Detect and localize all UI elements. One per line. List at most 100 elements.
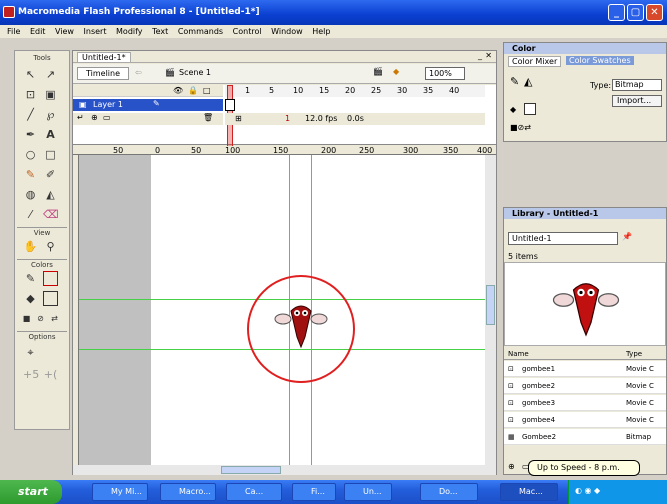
edit-symbol-icon[interactable]: ◆ — [393, 67, 399, 76]
center-frame-icon[interactable]: ⊞ — [235, 114, 242, 123]
menu-help[interactable]: Help — [312, 27, 330, 36]
start-button[interactable]: start — [0, 480, 62, 504]
pin-icon[interactable]: 📌 — [622, 232, 632, 241]
stroke-color-swatch[interactable] — [43, 271, 58, 286]
column-header-name[interactable]: Name — [508, 348, 529, 360]
color-swatches-tab[interactable]: Color Swatches — [566, 56, 634, 65]
ink-bottle-tool-icon[interactable]: ◍ — [23, 187, 38, 202]
swap-colors-icon[interactable]: ⇄ — [47, 311, 62, 326]
line-tool-icon[interactable]: ╱ — [23, 107, 38, 122]
taskbar-item[interactable]: Un... — [344, 483, 392, 501]
menu-edit[interactable]: Edit — [30, 27, 46, 36]
library-document-select[interactable]: Untitled-1 — [508, 232, 618, 245]
subselection-tool-icon[interactable]: ↗ — [43, 67, 58, 82]
doc-minimize-icon[interactable]: _ — [478, 51, 482, 60]
fill-transform-tool-icon[interactable]: ▣ — [43, 87, 58, 102]
text-tool-icon[interactable]: A — [43, 127, 58, 142]
library-item[interactable]: ⊡ gombee2 Movie C — [504, 378, 666, 394]
horizontal-scroll-thumb[interactable] — [221, 466, 281, 474]
fill-color-swatch[interactable] — [524, 103, 536, 115]
menu-control[interactable]: Control — [233, 27, 262, 36]
outline-icon[interactable]: □ — [203, 86, 211, 95]
menu-commands[interactable]: Commands — [178, 27, 223, 36]
doc-close-icon[interactable]: ✕ — [485, 51, 492, 60]
smooth-icon[interactable]: +5 — [23, 367, 39, 382]
add-guide-icon[interactable]: ⊕ — [91, 113, 98, 122]
menu-insert[interactable]: Insert — [84, 27, 107, 36]
horizontal-scrollbar[interactable] — [73, 465, 496, 475]
stroke-color-icon[interactable]: ✎ — [23, 271, 38, 286]
document-tab[interactable]: Untitled-1* — [77, 52, 131, 63]
library-panel-title[interactable]: Library - Untitled-1 — [504, 208, 666, 219]
zoom-select[interactable]: 100% — [425, 67, 465, 80]
fill-bucket-icon[interactable]: ◭ — [524, 75, 532, 88]
color-mixer-tab[interactable]: Color Mixer — [508, 56, 562, 67]
type-select[interactable]: Bitmap — [612, 79, 662, 91]
menu-modify[interactable]: Modify — [116, 27, 143, 36]
zoom-tool-icon[interactable]: ⚲ — [43, 239, 58, 254]
keyframe[interactable] — [225, 99, 235, 111]
taskbar-item[interactable]: Ca... — [226, 483, 282, 501]
menu-view[interactable]: View — [55, 27, 74, 36]
menu-text[interactable]: Text — [152, 27, 168, 36]
taskbar-item[interactable]: My Mi... — [92, 483, 148, 501]
fill-color-icon[interactable]: ◆ — [510, 105, 516, 114]
taskbar-item[interactable]: Fi... — [292, 483, 336, 501]
menu-window[interactable]: Window — [271, 27, 303, 36]
no-color-icon[interactable]: ⊘ — [33, 311, 48, 326]
eye-icon[interactable]: 👁 — [173, 86, 183, 95]
color-panel-title[interactable]: Color — [504, 43, 666, 54]
close-button[interactable]: ✕ — [646, 4, 663, 21]
new-symbol-icon[interactable]: ⊕ — [508, 462, 515, 471]
brush-tool-icon[interactable]: ✐ — [43, 167, 58, 182]
library-item[interactable]: ⊡ gombee4 Movie C — [504, 412, 666, 428]
black-white-icon[interactable]: ■ — [19, 311, 34, 326]
frame-number: 10 — [293, 86, 304, 95]
taskbar-item[interactable]: Macro... — [160, 483, 216, 501]
vertical-scroll-thumb[interactable] — [486, 285, 495, 325]
paint-bucket-tool-icon[interactable]: ◭ — [43, 187, 58, 202]
timeline-toggle-button[interactable]: Timeline — [77, 67, 130, 80]
straighten-icon[interactable]: +( — [43, 367, 58, 382]
maximize-button[interactable]: ▢ — [627, 4, 644, 21]
eyedropper-tool-icon[interactable]: ⁄ — [23, 207, 38, 222]
taskbar: start My Mi... Macro... Ca... Fi... Un..… — [0, 480, 667, 504]
hand-tool-icon[interactable]: ✋ — [23, 239, 38, 254]
selection-tool-icon[interactable]: ↖ — [23, 67, 38, 82]
back-arrow-icon[interactable]: ⇦ — [135, 68, 142, 77]
layer-name[interactable]: Layer 1 — [93, 100, 123, 109]
eraser-tool-icon[interactable]: ⌫ — [43, 207, 59, 222]
pen-tool-icon[interactable]: ✒ — [23, 127, 38, 142]
tray-icons[interactable]: ◐ ◉ ◆ — [575, 486, 600, 495]
lasso-tool-icon[interactable]: ℘ — [43, 107, 58, 122]
oval-tool-icon[interactable]: ○ — [23, 147, 38, 162]
menu-file[interactable]: File — [7, 27, 20, 36]
minimize-button[interactable]: _ — [608, 4, 625, 21]
scene-label[interactable]: Scene 1 — [179, 68, 211, 77]
insert-folder-icon[interactable]: ▭ — [103, 113, 111, 122]
taskbar-item-active[interactable]: Mac... — [500, 483, 558, 501]
rectangle-tool-icon[interactable]: □ — [43, 147, 58, 162]
edit-scene-icon[interactable]: 🎬 — [373, 67, 383, 76]
column-header-type[interactable]: Type — [626, 348, 642, 360]
insert-layer-icon[interactable]: ↵ — [77, 113, 84, 122]
free-transform-tool-icon[interactable]: ⊡ — [23, 87, 38, 102]
fill-color-icon[interactable]: ◆ — [23, 291, 38, 306]
delete-layer-icon[interactable]: 🗑 — [203, 113, 213, 122]
vertical-scrollbar[interactable] — [485, 155, 496, 465]
fill-color-swatch[interactable] — [43, 291, 58, 306]
lock-icon[interactable]: 🔒 — [188, 86, 198, 95]
library-item[interactable]: ⊡ gombee1 Movie C — [504, 361, 666, 377]
stroke-pencil-icon[interactable]: ✎ — [510, 75, 519, 88]
color-swap-icons[interactable]: ■⊘⇄ — [510, 123, 531, 132]
library-item[interactable]: ▦ Gombee2 Bitmap — [504, 429, 666, 445]
bug-character-image[interactable] — [273, 295, 329, 351]
pencil-tool-icon[interactable]: ✎ — [23, 167, 38, 182]
taskbar-item[interactable]: Do... — [420, 483, 478, 501]
layer-row[interactable]: ▣ Layer 1 ✎ — [73, 99, 223, 111]
title-bar: Macromedia Flash Professional 8 - [Untit… — [0, 0, 667, 25]
ruler-tick: 50 — [113, 146, 124, 155]
import-button[interactable]: Import... — [612, 95, 662, 107]
library-item[interactable]: ⊡ gombee3 Movie C — [504, 395, 666, 411]
snap-to-objects-icon[interactable]: ⌖ — [23, 345, 38, 360]
